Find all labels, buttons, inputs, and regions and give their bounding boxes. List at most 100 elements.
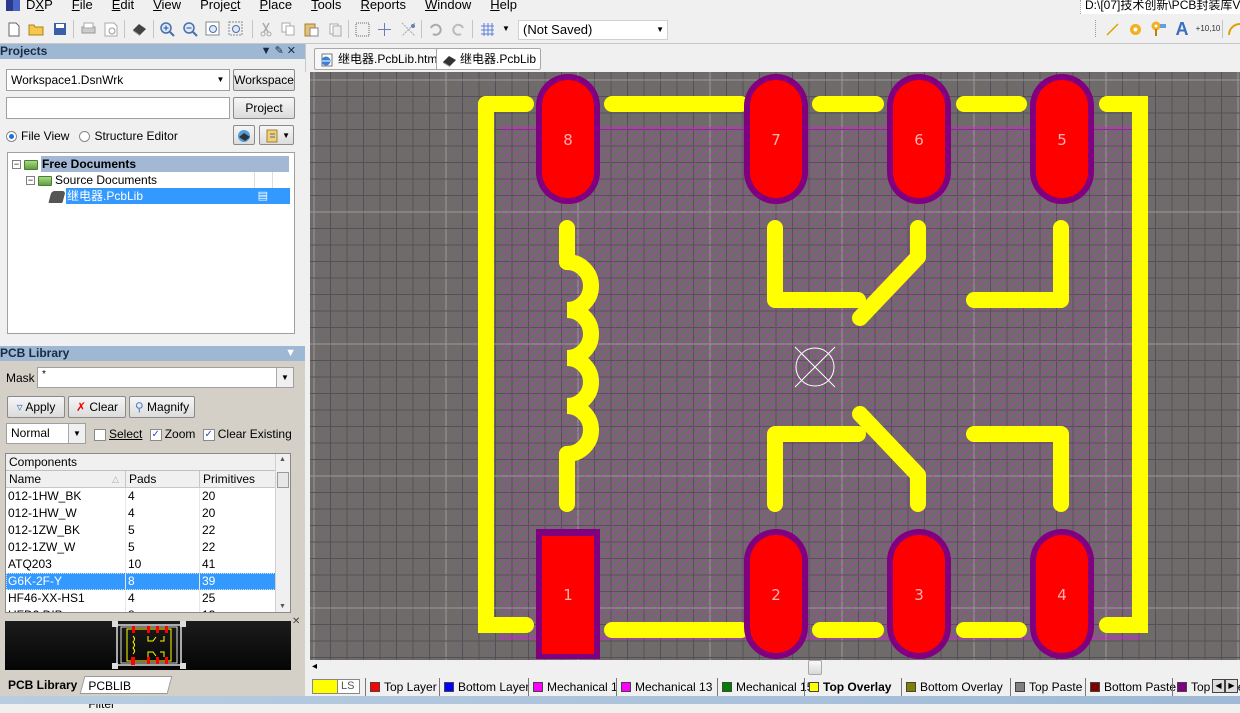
paste-icon[interactable] — [303, 21, 319, 37]
zoom-out-icon[interactable] — [182, 21, 198, 37]
rubber-stamp-icon[interactable] — [327, 21, 343, 37]
tab-pcblib[interactable]: 继电器.PcbLib — [436, 48, 542, 70]
coordinate-icon[interactable]: +10,10 — [1196, 21, 1221, 37]
chip-3d-icon[interactable] — [131, 21, 147, 37]
redo-icon[interactable] — [451, 21, 467, 37]
menu-tools[interactable]: Tools — [311, 0, 341, 12]
canvas-hscrollbar[interactable]: ◂ — [310, 660, 1240, 676]
hscroll-thumb[interactable] — [808, 660, 822, 675]
cut-icon[interactable] — [258, 21, 274, 37]
line-icon[interactable] — [1104, 21, 1120, 37]
mode-select[interactable]: Normal ▼ — [6, 423, 86, 444]
menu-dxp[interactable]: DXP — [26, 0, 53, 12]
layer-scroll-right-icon[interactable]: ▶ — [1225, 679, 1238, 693]
pad-6[interactable]: 6 — [887, 74, 951, 204]
column-header-pads[interactable]: Pads — [126, 471, 200, 487]
current-layer-indicator[interactable]: LS — [312, 679, 360, 694]
grid-icon[interactable] — [479, 21, 495, 37]
zoom-checkbox[interactable]: ✓ Zoom — [149, 427, 195, 441]
tree-file-pcblib[interactable]: 继电器.PcbLib ▤ — [48, 188, 292, 204]
clear-button[interactable]: ✗ Clear — [68, 396, 126, 418]
close-icon[interactable]: ✕ — [287, 45, 299, 57]
component-row[interactable]: 012-1ZW_BK 5 22 — [6, 522, 276, 539]
menu-place[interactable]: Place — [260, 0, 293, 12]
scroll-left-icon[interactable]: ◂ — [312, 661, 317, 672]
tree-root-free-documents[interactable]: − Free Documents — [12, 156, 292, 172]
save-state-select[interactable]: (Not Saved) ▼ — [518, 20, 668, 40]
pcb-drawing[interactable]: 1 2 3 4 5 6 7 8 — [310, 72, 1240, 660]
new-file-icon[interactable] — [6, 21, 22, 37]
layer-tab-top-paste[interactable]: Top Paste — [1010, 678, 1086, 696]
file-view-radio[interactable]: File View — [6, 129, 69, 143]
collapse-icon[interactable]: − — [12, 160, 21, 170]
pad-8[interactable]: 8 — [536, 74, 600, 204]
clear-existing-checkbox[interactable]: ✓ Clear Existing — [202, 427, 292, 441]
layer-tab-bottom-layer[interactable]: Bottom Layer — [439, 678, 533, 696]
scroll-down-icon[interactable]: ▼ — [279, 603, 286, 610]
pad-1[interactable]: 1 — [536, 529, 600, 659]
components-scrollbar[interactable]: ▲ ▼ — [275, 454, 290, 612]
copy-icon[interactable] — [280, 21, 296, 37]
tab-pcblib-filter[interactable]: PCBLIB Filter — [79, 676, 173, 711]
menu-help[interactable]: Help — [490, 0, 517, 12]
pad-icon[interactable] — [1127, 21, 1143, 37]
scroll-thumb[interactable] — [277, 472, 289, 488]
layer-tab-mechanical-13[interactable]: Mechanical 13 — [616, 678, 716, 696]
column-header-name[interactable]: Name △ — [6, 471, 126, 487]
print-preview-icon[interactable] — [103, 21, 119, 37]
structure-editor-radio[interactable]: Structure Editor — [79, 129, 178, 143]
project-button[interactable]: Project — [233, 97, 295, 119]
pad-5[interactable]: 5 — [1030, 74, 1094, 204]
pcb-canvas[interactable]: 1 2 3 4 5 6 7 8 — [310, 72, 1240, 660]
menu-window[interactable]: Window — [425, 0, 471, 12]
pin-icon[interactable]: ✎ — [275, 45, 287, 57]
layer-tab-mechanical-15[interactable]: Mechanical 15 — [717, 678, 817, 696]
undo-icon[interactable] — [427, 21, 443, 37]
move-icon[interactable] — [376, 21, 392, 37]
apply-button[interactable]: ▿ Apply — [7, 396, 65, 418]
component-row[interactable]: HF46-XX-HS1 4 25 — [6, 590, 276, 607]
layer-tab-top-layer[interactable]: Top Layer — [365, 678, 441, 696]
component-row[interactable]: 012-1HW_BK 4 20 — [6, 488, 276, 505]
workspace-button[interactable]: Workspace — [233, 69, 295, 91]
zoom-in-icon[interactable] — [159, 21, 175, 37]
string-icon[interactable]: A — [1174, 20, 1190, 38]
arc-icon[interactable] — [1226, 21, 1240, 37]
pad-4[interactable]: 4 — [1030, 529, 1094, 659]
mask-input[interactable]: * ▼ — [37, 367, 294, 388]
pad-2[interactable]: 2 — [744, 529, 808, 659]
menu-edit[interactable]: Edit — [112, 0, 134, 12]
print-icon[interactable] — [80, 21, 96, 37]
zoom-fit-icon[interactable] — [205, 21, 221, 37]
grid-dropdown-icon[interactable]: ▼ — [498, 21, 514, 37]
workspace-select[interactable]: Workspace1.DsnWrk ▼ — [6, 69, 230, 91]
zoom-selection-icon[interactable] — [228, 21, 244, 37]
save-icon[interactable] — [52, 21, 68, 37]
menu-reports[interactable]: Reports — [360, 0, 406, 12]
compile-button[interactable] — [233, 125, 255, 145]
collapse-preview-icon[interactable]: ✕ — [292, 616, 300, 627]
magnify-button[interactable]: ⚲ Magnify — [129, 396, 195, 418]
tab-pcblib-htm[interactable]: 继电器.PcbLib.htm — [314, 48, 443, 70]
tab-pcb-library[interactable]: PCB Library — [0, 676, 86, 694]
layer-scroll-left-icon[interactable]: ◀ — [1212, 679, 1225, 693]
select-rect-icon[interactable] — [354, 21, 370, 37]
deselect-icon[interactable] — [400, 21, 416, 37]
panel-menu-icon[interactable]: ▼ — [261, 45, 275, 57]
layer-tab-bottom-overlay[interactable]: Bottom Overlay — [901, 678, 1007, 696]
layer-tab-top-overlay[interactable]: Top Overlay — [804, 678, 895, 696]
column-header-primitives[interactable]: Primitives — [200, 471, 276, 487]
project-field[interactable] — [6, 97, 230, 119]
menu-view[interactable]: View — [153, 0, 181, 12]
open-folder-icon[interactable] — [28, 21, 44, 37]
layer-tab-bottom-paste[interactable]: Bottom Paste — [1085, 678, 1180, 696]
collapse-icon[interactable]: − — [26, 176, 35, 186]
layer-tab-mechanical-1[interactable]: Mechanical 1 — [528, 678, 622, 696]
scroll-up-icon[interactable]: ▲ — [279, 456, 286, 463]
menu-file[interactable]: File — [72, 0, 93, 12]
tree-group-source-documents[interactable]: − Source Documents — [26, 172, 292, 188]
component-row[interactable]: 012-1ZW_W 5 22 — [6, 539, 276, 556]
pad-7[interactable]: 7 — [744, 74, 808, 204]
via-icon[interactable] — [1150, 21, 1166, 37]
project-options-button[interactable]: ▼ — [259, 125, 294, 145]
